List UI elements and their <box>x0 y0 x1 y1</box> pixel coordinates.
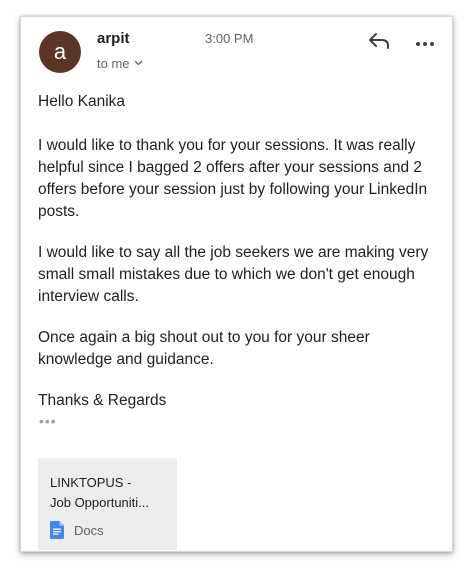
message-paragraph: I would like to say all the job seekers … <box>38 244 429 305</box>
avatar-letter: a <box>53 39 67 64</box>
message-signoff: Thanks & Regards <box>38 392 167 409</box>
attachment-type-label: Docs <box>74 522 104 538</box>
reply-icon <box>368 32 390 55</box>
message-body: Hello Kanika I would like to thank you f… <box>38 91 438 412</box>
message-time: 3:00 PM <box>205 31 254 46</box>
show-trimmed-content-button[interactable]: ••• <box>39 413 57 429</box>
email-message-card: a arpit 3:00 PM to me Hello Kanika I wou… <box>20 16 453 552</box>
reply-button[interactable] <box>367 31 391 55</box>
google-docs-icon <box>50 521 64 539</box>
more-options-button[interactable] <box>413 31 437 55</box>
recipient-label: to me <box>97 56 130 71</box>
attachment-chip[interactable]: LINKTOPUS - Job Opportuniti... Docs <box>38 458 177 550</box>
recipient-details-toggle[interactable]: to me <box>97 56 143 71</box>
message-paragraph: Once again a big shout out to you for yo… <box>38 329 370 368</box>
attachment-type: Docs <box>50 521 104 539</box>
message-greeting: Hello Kanika <box>38 93 126 110</box>
attachment-title: LINKTOPUS - Job Opportuniti... <box>50 475 149 510</box>
message-paragraph: I would like to thank you for your sessi… <box>38 137 428 220</box>
sender-avatar[interactable]: a <box>39 31 81 73</box>
chevron-down-icon <box>134 58 143 69</box>
sender-name[interactable]: arpit <box>97 30 130 47</box>
more-horizontal-icon <box>415 34 435 52</box>
